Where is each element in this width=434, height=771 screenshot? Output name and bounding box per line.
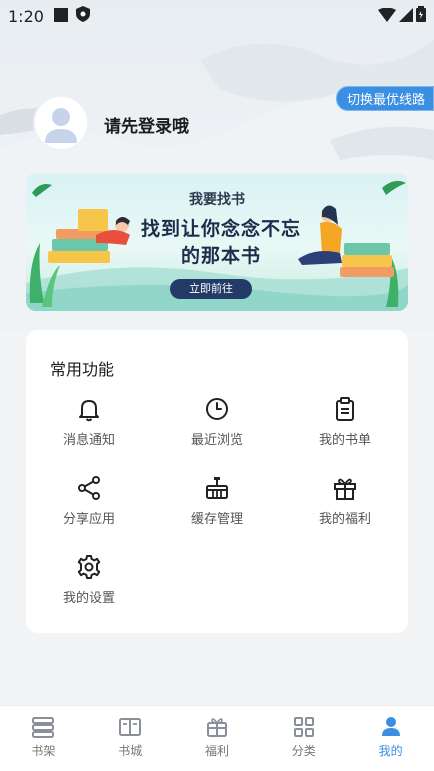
tab-categories[interactable]: 分类 xyxy=(260,706,347,771)
tab-bookstore-label: 书城 xyxy=(118,744,143,758)
common-functions-card: 常用功能 消息通知 最近浏览 我的书单 分享应用 缓存管理 我的福利 我的设置 xyxy=(26,330,408,633)
notifications-label: 消息通知 xyxy=(62,433,115,448)
recent-browsing-item[interactable]: 最近浏览 xyxy=(162,396,272,448)
my-settings-item[interactable]: 我的设置 xyxy=(34,554,144,606)
person-icon xyxy=(381,717,400,736)
section-title: 常用功能 xyxy=(50,360,115,379)
recent-browsing-label: 最近浏览 xyxy=(190,433,243,448)
switch-route-button[interactable]: 切换最优线路 xyxy=(335,86,434,111)
grid-icon xyxy=(293,717,314,737)
notification-square-icon xyxy=(53,7,68,26)
status-time: 1:20 xyxy=(8,6,44,26)
my-booklist-item[interactable]: 我的书单 xyxy=(290,396,400,448)
banner-slogan-line2: 的那本书 xyxy=(180,245,261,267)
tab-benefits[interactable]: 福利 xyxy=(174,706,261,771)
open-book-icon xyxy=(119,718,142,736)
status-bar: 1:20 xyxy=(0,0,434,32)
banner-slogan-line1: 找到让你念念不忘 xyxy=(140,218,301,240)
tab-benefits-label: 福利 xyxy=(204,744,229,758)
gift-icon xyxy=(206,718,227,737)
my-booklist-label: 我的书单 xyxy=(318,433,371,448)
basket-icon xyxy=(206,477,228,499)
tab-mine[interactable]: 我的 xyxy=(347,706,434,771)
shield-icon xyxy=(75,6,90,26)
tab-mine-label: 我的 xyxy=(378,744,403,758)
bell-icon xyxy=(79,400,99,422)
clock-icon xyxy=(206,398,228,420)
cache-management-label: 缓存管理 xyxy=(190,512,243,527)
find-book-banner[interactable]: 我要找书 找到让你念念不忘 的那本书 立即前往 xyxy=(26,173,408,311)
login-prompt[interactable]: 请先登录哦 xyxy=(104,112,189,137)
share-app-label: 分享应用 xyxy=(62,512,115,527)
tab-bookshelf-label: 书架 xyxy=(31,744,56,758)
tab-bookstore[interactable]: 书城 xyxy=(87,706,174,771)
my-benefits-label: 我的福利 xyxy=(318,512,371,527)
share-app-item[interactable]: 分享应用 xyxy=(34,475,144,527)
gift-icon xyxy=(334,478,356,500)
notifications-item[interactable]: 消息通知 xyxy=(34,396,144,448)
tab-bookshelf[interactable]: 书架 xyxy=(0,706,87,771)
my-benefits-item[interactable]: 我的福利 xyxy=(290,475,400,527)
cache-management-item[interactable]: 缓存管理 xyxy=(162,475,272,527)
battery-icon xyxy=(416,6,426,26)
clipboard-icon xyxy=(336,397,354,421)
gear-icon xyxy=(77,555,101,579)
bookshelf-icon xyxy=(32,717,55,738)
signal-icon xyxy=(399,7,413,26)
banner-heading: 我要找书 xyxy=(189,192,245,208)
wifi-icon xyxy=(378,7,396,26)
my-settings-label: 我的设置 xyxy=(62,591,115,606)
tab-categories-label: 分类 xyxy=(291,744,316,758)
go-now-button[interactable]: 立即前往 xyxy=(170,279,252,299)
bottom-navigation: 书架 书城 福利 分类 我的 xyxy=(0,705,434,771)
share-icon xyxy=(78,476,100,500)
avatar[interactable] xyxy=(33,95,89,151)
banner-slogan: 找到让你念念不忘 的那本书 xyxy=(131,216,311,270)
